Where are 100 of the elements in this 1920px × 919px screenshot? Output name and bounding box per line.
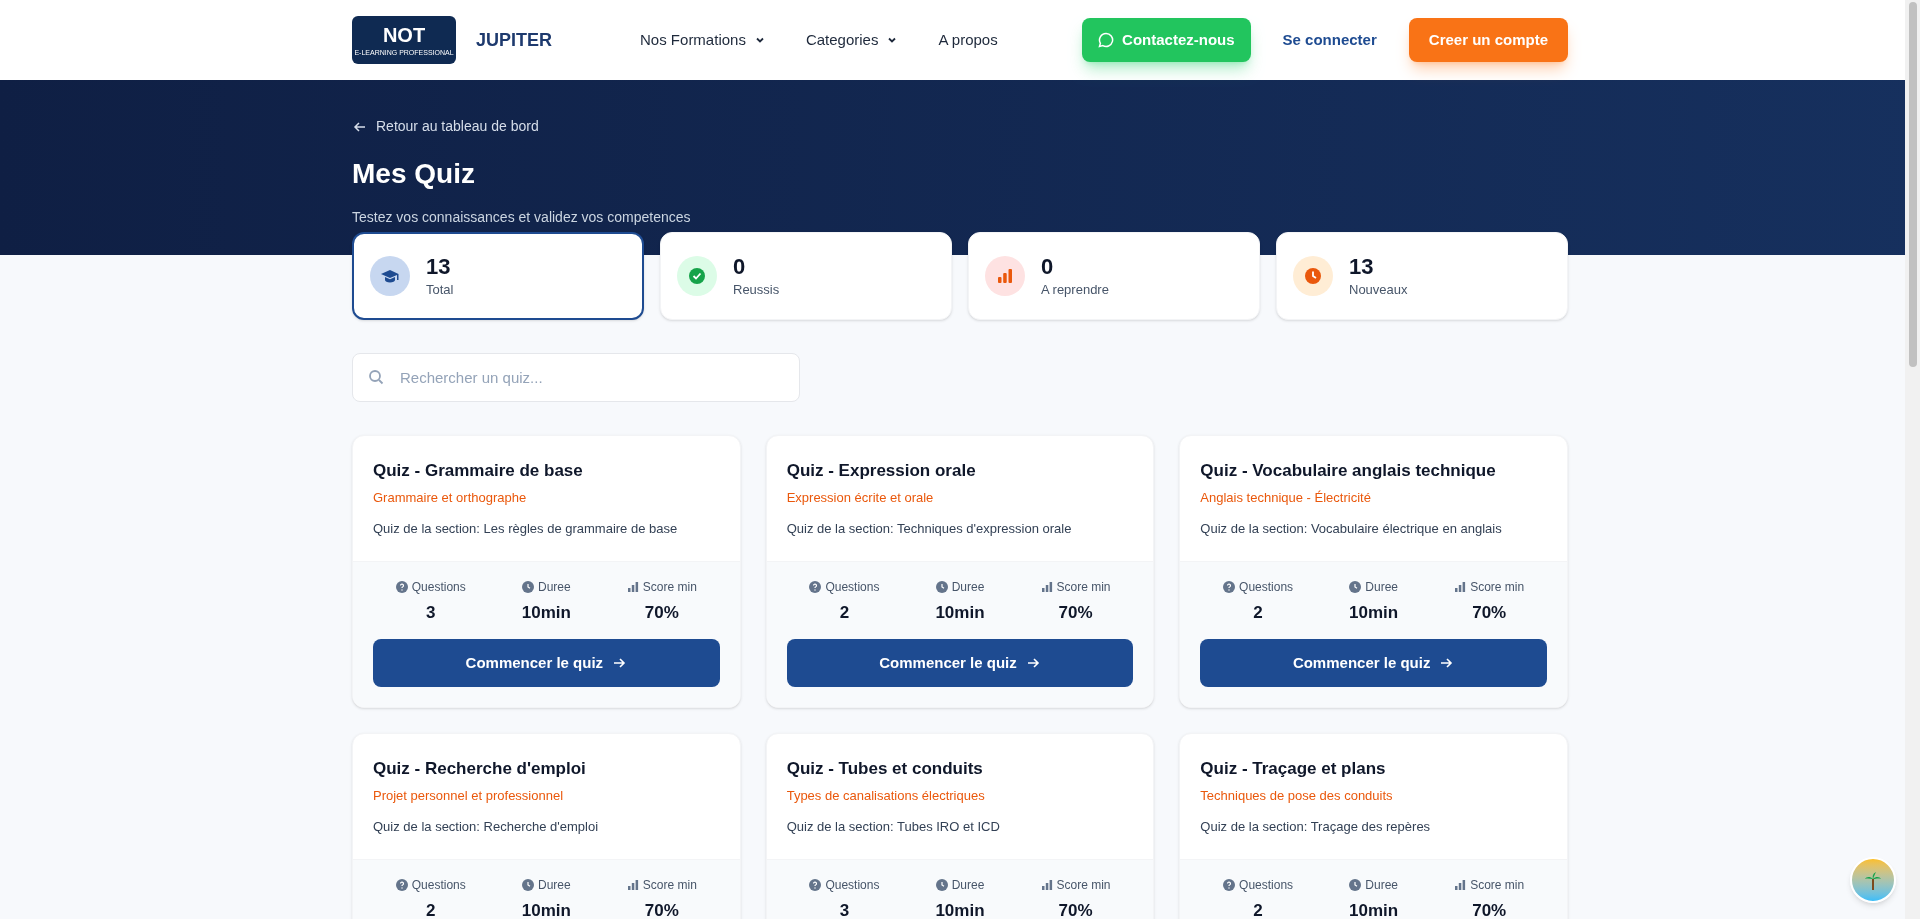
stat-value: 13: [426, 252, 452, 280]
metric-label: Score min: [626, 875, 697, 894]
quiz-title: Quiz - Traçage et plans: [1200, 758, 1387, 780]
login-link[interactable]: Se connecter: [1282, 28, 1377, 52]
metric-value: 3: [839, 899, 850, 919]
question-icon: [1223, 878, 1236, 891]
metric-value: 3: [426, 601, 436, 624]
metric-label: Score min: [1040, 875, 1111, 894]
quiz-category: Expression écrite et orale: [786, 488, 935, 507]
clock-icon: [521, 580, 534, 593]
page-title: Mes Quiz: [352, 157, 476, 191]
stat-label: Nouveaux: [1349, 281, 1408, 299]
metric-value: 10min: [935, 899, 985, 919]
clock-icon: [1303, 266, 1323, 286]
stat-label: Reussis: [733, 281, 780, 299]
metric-label: Duree: [1349, 577, 1398, 596]
question-icon: [809, 878, 822, 891]
floating-avatar-button[interactable]: [1850, 857, 1896, 903]
stat-card[interactable]: 0 A reprendre: [968, 232, 1260, 320]
nav-link[interactable]: Nos Formations: [640, 28, 766, 52]
quiz-category: Anglais technique - Électricité: [1200, 488, 1372, 507]
quiz-title: Quiz - Vocabulaire anglais technique: [1200, 460, 1497, 482]
stat-value: 0: [1041, 252, 1055, 280]
start-quiz-button[interactable]: Commencer le quiz: [786, 639, 1134, 687]
stat-card[interactable]: 13 Total: [352, 232, 644, 320]
metric-label: Duree: [1349, 875, 1398, 894]
metric-label: Duree: [935, 875, 985, 894]
page-subtitle: Testez vos connaissances et validez vos competences: [352, 208, 692, 227]
stat-card[interactable]: 13 Nouveaux: [1276, 232, 1568, 320]
metric-value: 70%: [1058, 899, 1093, 919]
metric-value: 10min: [1349, 601, 1399, 624]
metric-label: Questions: [1223, 875, 1294, 894]
nav-link[interactable]: Categories: [805, 28, 899, 52]
metric-value: 2: [1253, 601, 1263, 624]
quiz-category: Projet personnel et professionnel: [373, 786, 565, 805]
metric-label: Score min: [1454, 577, 1525, 596]
quiz-description: Quiz de la section: Vocabulaire électrique en anglais: [1200, 520, 1503, 538]
quiz-category: Grammaire et orthographe: [373, 488, 528, 507]
bar-chart-icon: [1454, 878, 1467, 891]
quiz-category: Techniques de pose des conduits: [1200, 786, 1394, 805]
clock-icon: [935, 878, 948, 891]
bar-chart-icon: [995, 266, 1015, 286]
quiz-category: Types de canalisations électriques: [786, 786, 986, 805]
chat-icon: [1098, 32, 1115, 48]
stat-card[interactable]: 0 Reussis: [660, 232, 952, 320]
metric-label: Questions: [809, 577, 880, 596]
bar-chart-icon: [626, 580, 639, 593]
metric-label: Questions: [395, 875, 466, 894]
metric-label: Questions: [809, 875, 880, 894]
metric-value: 10min: [521, 899, 571, 919]
quiz-title: Quiz - Tubes et conduits: [786, 758, 984, 780]
brand-name: JUPITER: [476, 28, 553, 52]
metric-label: Questions: [1223, 577, 1294, 596]
stat-value: 13: [1349, 252, 1375, 280]
metric-value: 2: [426, 899, 436, 919]
metric-label: Duree: [521, 577, 571, 596]
metric-value: 2: [1253, 899, 1263, 919]
nav-link[interactable]: A propos: [938, 28, 998, 52]
metric-label: Questions: [395, 577, 466, 596]
scrollbar[interactable]: [1905, 0, 1920, 919]
clock-icon: [1349, 878, 1362, 891]
quiz-description: Quiz de la section: Recherche d'emploi: [373, 818, 600, 836]
metric-value: 70%: [644, 601, 679, 624]
quiz-description: Quiz de la section: Traçage des repères: [1200, 818, 1432, 836]
stat-value: 0: [733, 252, 747, 280]
metric-label: Score min: [1040, 577, 1111, 596]
quiz-description: Quiz de la section: Techniques d'expression orale: [786, 520, 1073, 538]
clock-icon: [521, 878, 534, 891]
quiz-description: Quiz de la section: Les règles de grammaire de base: [373, 520, 679, 538]
question-icon: [809, 580, 822, 593]
bar-chart-icon: [1454, 580, 1467, 593]
metric-value: 10min: [935, 601, 985, 624]
clock-icon: [935, 580, 948, 593]
bar-chart-icon: [626, 878, 639, 891]
question-icon: [395, 878, 408, 891]
quiz-title: Quiz - Recherche d'emploi: [373, 758, 587, 780]
metric-value: 10min: [1349, 899, 1399, 919]
check-circle-icon: [687, 266, 707, 286]
metric-value: 70%: [644, 899, 679, 919]
question-icon: [395, 580, 408, 593]
search-field[interactable]: Rechercher un quiz...: [352, 353, 800, 402]
clock-icon: [1349, 580, 1362, 593]
bar-chart-icon: [1040, 580, 1053, 593]
metric-value: 70%: [1472, 601, 1507, 624]
quiz-description: Quiz de la section: Tubes IRO et ICD: [786, 818, 1001, 836]
start-quiz-button[interactable]: Commencer le quiz: [373, 639, 720, 687]
metric-label: Score min: [1454, 875, 1525, 894]
quiz-title: Quiz - Expression orale: [786, 460, 977, 482]
question-icon: [1223, 580, 1236, 593]
metric-value: 70%: [1058, 601, 1093, 624]
bar-chart-icon: [1040, 878, 1053, 891]
metric-value: 2: [839, 601, 850, 624]
back-link[interactable]: Retour au tableau de bord: [352, 116, 1568, 137]
start-quiz-button[interactable]: Commencer le quiz: [1200, 639, 1547, 687]
quiz-title: Quiz - Grammaire de base: [373, 460, 584, 482]
metric-label: Duree: [521, 875, 571, 894]
stat-label: Total: [426, 281, 454, 299]
metric-value: 10min: [521, 601, 571, 624]
stat-label: A reprendre: [1041, 281, 1109, 299]
metric-label: Duree: [935, 577, 985, 596]
